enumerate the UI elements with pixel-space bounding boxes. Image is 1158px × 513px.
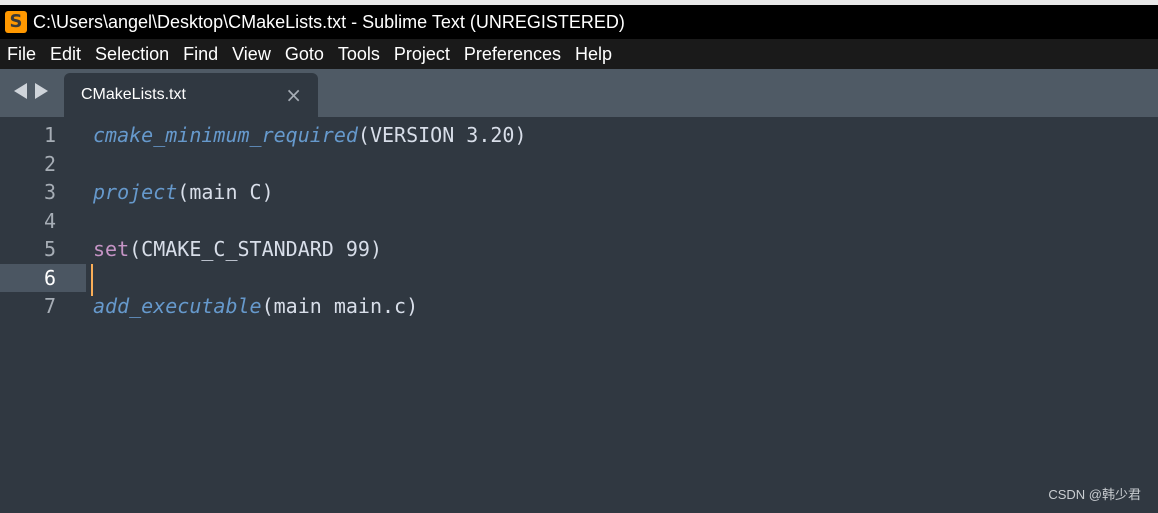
code-line[interactable]: cmake_minimum_required(VERSION 3.20) — [93, 121, 1153, 150]
code-token-function: project — [93, 180, 178, 204]
code-token-function: add_executable — [93, 294, 262, 318]
menu-help[interactable]: Help — [568, 39, 619, 69]
tab-bar: CMakeLists.txt × — [0, 69, 1158, 117]
code-line[interactable] — [93, 150, 1153, 179]
sublime-window: S C:\Users\angel\Desktop\CMakeLists.txt … — [0, 0, 1158, 513]
menu-project[interactable]: Project — [387, 39, 457, 69]
tab-label: CMakeLists.txt — [81, 86, 186, 103]
line-number-gutter: 1 2 3 4 567 — [0, 121, 86, 321]
line-number: 2 — [43, 151, 56, 176]
line-number: 4 — [43, 208, 56, 233]
text-caret — [91, 263, 93, 296]
menu-tools[interactable]: Tools — [331, 39, 387, 69]
menu-preferences[interactable]: Preferences — [457, 39, 568, 69]
app-icon-glyph: S — [9, 11, 23, 32]
code-token-plain: (main main.c) — [261, 294, 419, 318]
window-title: C:\Users\angel\Desktop\CMakeLists.txt - … — [33, 11, 625, 32]
tab-cmakelists[interactable]: CMakeLists.txt × — [64, 73, 318, 117]
tab-navigation — [14, 83, 48, 99]
line-number: 5 — [43, 237, 56, 261]
code-editor[interactable]: 1 2 3 4 567 cmake_minimum_required(VERSION 3… — [0, 117, 1158, 513]
code-token-plain: (VERSION 3.20) — [357, 123, 527, 147]
code-token-plain: (CMAKE_C_STANDARD 99) — [129, 237, 382, 261]
code-line[interactable]: set(CMAKE_C_STANDARD 99) — [93, 235, 1153, 264]
line-number: 7 — [43, 294, 56, 318]
code-token-plain: (main C) — [177, 180, 274, 204]
line-number: 6 — [0, 263, 86, 292]
menu-goto[interactable]: Goto — [278, 39, 331, 69]
code-token-keyword: set — [93, 237, 130, 261]
arrow-left-icon[interactable] — [14, 83, 27, 99]
sublime-logo-icon: S — [5, 11, 27, 33]
menu-bar: File Edit Selection Find View Goto Tools… — [0, 39, 1158, 69]
menu-edit[interactable]: Edit — [43, 39, 88, 69]
menu-find[interactable]: Find — [176, 39, 225, 69]
line-number: 3 — [43, 180, 56, 204]
code-line[interactable] — [93, 207, 1153, 236]
code-area[interactable]: cmake_minimum_required(VERSION 3.20) proj… — [91, 121, 1153, 321]
menu-file[interactable]: File — [0, 39, 43, 69]
code-token-function: cmake_minimum_required — [93, 123, 358, 147]
title-bar: S C:\Users\angel\Desktop\CMakeLists.txt … — [0, 5, 1158, 39]
code-line[interactable]: add_executable(main main.c) — [93, 292, 1153, 321]
code-line[interactable] — [91, 263, 1153, 296]
line-number: 1 — [43, 123, 56, 147]
code-line[interactable]: project(main C) — [93, 178, 1153, 207]
watermark: CSDN @韩少君 — [1048, 487, 1141, 502]
menu-selection[interactable]: Selection — [88, 39, 176, 69]
close-icon[interactable]: × — [285, 83, 302, 107]
menu-view[interactable]: View — [225, 39, 278, 69]
arrow-right-icon[interactable] — [35, 83, 48, 99]
